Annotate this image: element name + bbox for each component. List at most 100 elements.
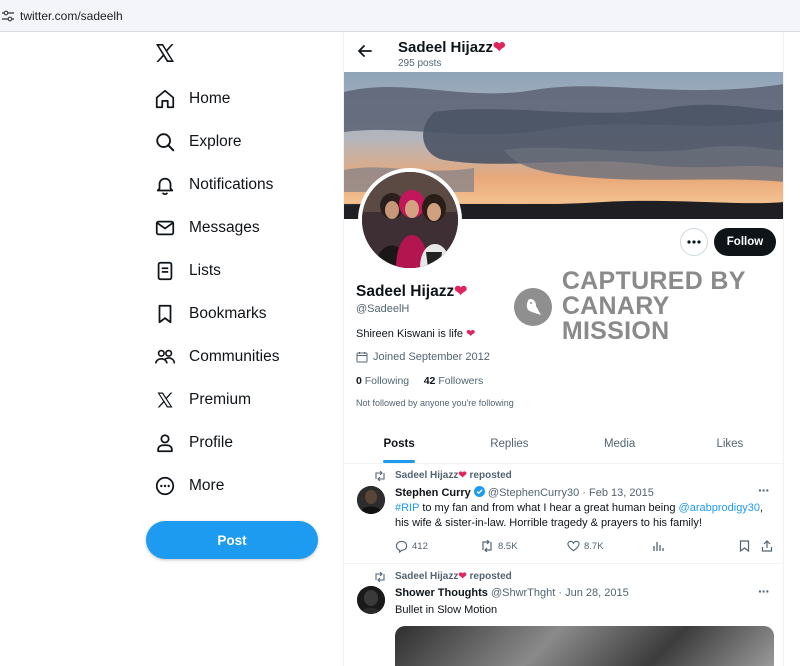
following-link[interactable]: 0 Following (356, 375, 409, 387)
bookmark-icon (739, 540, 750, 552)
tweet-media-image[interactable] (395, 626, 774, 666)
post-button[interactable]: Post (146, 521, 318, 559)
nav-label: More (189, 477, 225, 494)
share-button[interactable] (761, 540, 777, 552)
back-arrow-icon[interactable] (356, 42, 374, 60)
heart-emoji: ❤ (454, 283, 468, 300)
tweet-author[interactable]: Stephen Curry (395, 487, 471, 499)
views-button[interactable] (652, 540, 668, 552)
hashtag-link[interactable]: #RIP (395, 502, 419, 514)
tweet-actions: 412 8.5K 8.7K (395, 540, 775, 556)
tab-likes[interactable]: Likes (675, 424, 783, 463)
like-button[interactable]: 8.7K (567, 540, 604, 552)
more-circle-icon (150, 471, 180, 501)
followers-link[interactable]: 42 Followers (424, 375, 484, 387)
tweet[interactable]: Sadeel Hijazz ❤ reposted Shower Thoughts … (344, 564, 783, 666)
nav-home[interactable]: Home (150, 79, 230, 119)
heart-outline-icon (567, 540, 580, 552)
nav-premium[interactable]: Premium (150, 380, 251, 420)
nav-label: Lists (189, 262, 221, 279)
posts-count: 295 posts (398, 58, 442, 69)
list-icon (150, 256, 180, 286)
retweet-button[interactable]: 8.5K (480, 540, 518, 552)
verified-badge-icon (473, 486, 485, 497)
tab-media[interactable]: Media (565, 424, 675, 463)
tweet-avatar[interactable] (357, 486, 385, 514)
profile-column: Sadeel Hijazz❤ 295 posts Follow Sadeel H… (343, 32, 784, 666)
tab-posts[interactable]: Posts (344, 424, 454, 463)
not-followed-note: Not followed by anyone you're following (356, 398, 514, 408)
tweet-handle[interactable]: @ShwrThght (491, 587, 555, 599)
nav-label: Premium (189, 391, 252, 408)
nav-bookmarks[interactable]: Bookmarks (150, 294, 267, 334)
x-logo-icon (150, 385, 180, 415)
reply-button[interactable]: 412 (395, 540, 428, 553)
bookmark-button[interactable] (739, 540, 754, 552)
url-text[interactable]: twitter.com/sadeelh (20, 9, 123, 23)
joined-text: Joined September 2012 (373, 351, 490, 363)
canary-bird-icon (514, 287, 552, 326)
heart-emoji: ❤ (458, 571, 467, 582)
profile-handle: @SadeelH (356, 303, 410, 315)
profile-joined: Joined September 2012 (356, 351, 490, 363)
mention-link[interactable]: @arabprodigy30 (679, 502, 761, 514)
tweet-avatar[interactable] (357, 586, 385, 614)
share-icon (761, 540, 773, 552)
bell-icon (150, 170, 180, 200)
calendar-icon (356, 352, 368, 363)
nav-communities[interactable]: Communities (150, 337, 279, 377)
tweet-author[interactable]: Shower Thoughts (395, 587, 488, 599)
profile-header-bar: Sadeel Hijazz❤ 295 posts (344, 32, 783, 72)
tweet-handle[interactable]: @StephenCurry30 (488, 487, 579, 499)
x-logo-icon[interactable] (153, 41, 177, 65)
nav-explore[interactable]: Explore (150, 122, 242, 162)
watermark-text: CAPTURED BY CANARY MISSION (561, 267, 746, 345)
home-icon (150, 84, 180, 114)
nav-label: Bookmarks (189, 305, 267, 322)
header-display-name: Sadeel Hijazz❤ (398, 39, 506, 56)
views-icon (653, 542, 664, 551)
heart-emoji: ❤ (493, 39, 506, 56)
follow-button[interactable]: Follow (714, 228, 776, 256)
tweet[interactable]: Sadeel Hijazz ❤ reposted Stephen Curry @S… (344, 464, 783, 564)
nav-label: Notifications (189, 176, 274, 193)
heart-emoji: ❤ (466, 328, 476, 340)
more-dots-icon (687, 240, 701, 244)
person-icon (150, 428, 180, 458)
tweet-text: Bullet in Slow Motion (395, 604, 498, 616)
profile-avatar[interactable] (358, 168, 462, 272)
profile-bio: Shireen Kiswani is life ❤ (356, 328, 476, 340)
tweet-header: Stephen Curry @StephenCurry30 · Feb 13, … (395, 486, 654, 499)
watermark: CAPTURED BY CANARY MISSION (514, 269, 783, 344)
browser-url-bar[interactable]: twitter.com/sadeelh (0, 0, 800, 32)
nav-profile[interactable]: Profile (150, 423, 233, 463)
nav-more[interactable]: More (150, 466, 224, 506)
profile-display-name: Sadeel Hijazz❤ (356, 283, 468, 300)
nav-notifications[interactable]: Notifications (150, 165, 273, 205)
tweet-header: Shower Thoughts @ShwrThght · Jun 28, 201… (395, 587, 629, 599)
tweet-date[interactable]: Feb 13, 2015 (589, 487, 654, 499)
tweet-date[interactable]: Jun 28, 2015 (565, 587, 629, 599)
tab-replies[interactable]: Replies (454, 424, 564, 463)
follow-stats: 0 Following 42 Followers (356, 375, 483, 387)
profile-more-button[interactable] (680, 228, 708, 256)
nav-lists[interactable]: Lists (150, 251, 221, 291)
retweet-icon (375, 571, 385, 582)
nav-label: Messages (189, 219, 260, 236)
site-settings-icon[interactable] (2, 10, 14, 22)
nav-messages[interactable]: Messages (150, 208, 260, 248)
reply-icon (395, 540, 408, 553)
envelope-icon (150, 213, 180, 243)
nav-label: Communities (189, 348, 280, 365)
nav-label: Explore (189, 133, 242, 150)
nav-label: Home (189, 90, 231, 107)
bookmark-icon (150, 299, 180, 329)
tweet-text: #RIP to my fan and from what I hear a gr… (395, 502, 764, 529)
tweet-more-icon[interactable]: ··· (758, 583, 770, 599)
retweet-icon (375, 470, 385, 481)
tweet-more-icon[interactable]: ··· (758, 482, 770, 498)
search-icon (150, 127, 180, 157)
people-icon (150, 342, 180, 372)
retweet-icon (482, 540, 492, 552)
profile-tabs: Posts Replies Media Likes (344, 424, 783, 464)
